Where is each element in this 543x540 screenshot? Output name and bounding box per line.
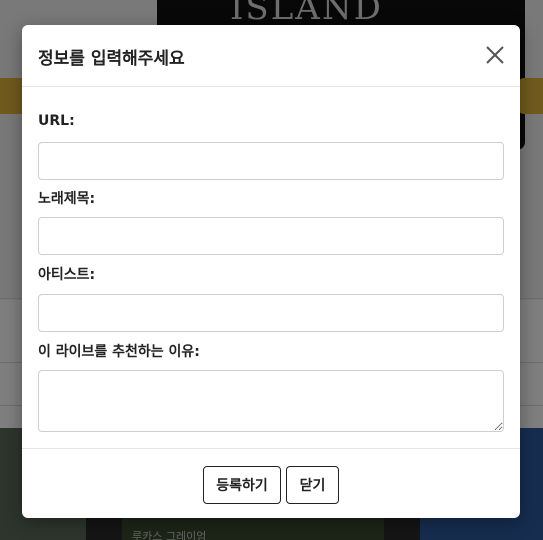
song-title-input[interactable] [38,217,504,255]
song-title-label: 노래제목: [38,191,96,207]
artist-label: 아티스트: [38,267,96,283]
info-modal: 정보를 입력해주세요 URL: 노래제목: 아티스트: 이 라이브를 추천하는 … [22,25,520,518]
close-icon[interactable] [484,44,506,66]
url-input[interactable] [38,142,504,180]
artist-input[interactable] [38,294,504,332]
url-label: URL: [38,113,75,129]
modal-footer: 등록하기 닫기 [22,448,520,518]
close-button[interactable]: 닫기 [286,466,339,504]
modal-header: 정보를 입력해주세요 [22,25,520,87]
reason-textarea[interactable] [38,370,504,432]
register-button[interactable]: 등록하기 [203,466,281,504]
reason-label: 이 라이브를 추천하는 이유: [38,344,200,360]
modal-title: 정보를 입력해주세요 [38,49,185,69]
